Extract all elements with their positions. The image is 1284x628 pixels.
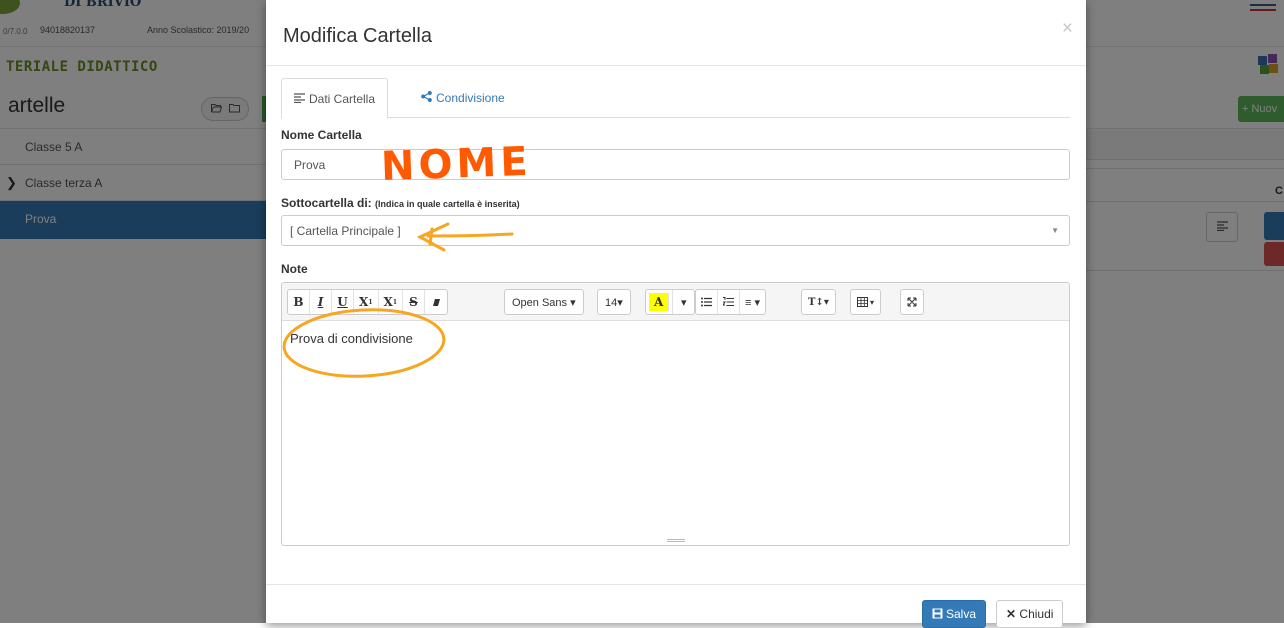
- modal-title: Modifica Cartella: [283, 25, 432, 47]
- parent-label-text: Sottocartella di:: [281, 196, 372, 210]
- tab-label: Dati Cartella: [309, 92, 376, 106]
- align-left-icon: [294, 93, 305, 104]
- editor-toolbar: B I U X1 X1 S Open Sans ▾ 14▾ A ▾ ≡ ▾ T↕…: [282, 283, 1069, 321]
- table-dropdown[interactable]: ▾: [851, 290, 880, 314]
- font-size-dropdown[interactable]: 14▾: [598, 290, 630, 314]
- unordered-list-button[interactable]: [696, 290, 718, 314]
- color-dropdown-caret[interactable]: ▾: [672, 290, 694, 314]
- tab-condivisione[interactable]: Condivisione: [409, 78, 517, 119]
- parent-folder-select[interactable]: [ Cartella Principale ] ▼: [281, 215, 1070, 246]
- parent-hint: (Indica in quale cartella è inserita): [375, 199, 520, 209]
- note-label: Note: [281, 262, 308, 276]
- ordered-list-button[interactable]: [718, 290, 740, 314]
- font-family-dropdown[interactable]: Open Sans ▾: [505, 290, 583, 314]
- tab-dati-cartella[interactable]: Dati Cartella: [281, 78, 389, 119]
- fullscreen-button[interactable]: [901, 290, 923, 314]
- list-group: ≡ ▾: [695, 289, 766, 315]
- close-label: Chiudi: [1019, 607, 1054, 621]
- underline-button[interactable]: U: [332, 290, 354, 314]
- close-icon[interactable]: ×: [1062, 18, 1073, 40]
- modal-tabs: Dati Cartella Condivisione: [281, 78, 1070, 119]
- modal-header: Modifica Cartella ×: [266, 0, 1086, 66]
- save-label: Salva: [946, 607, 977, 621]
- italic-button[interactable]: I: [310, 290, 332, 314]
- share-icon: [421, 91, 432, 102]
- fullscreen-icon: [907, 297, 917, 307]
- superscript-button[interactable]: X1: [354, 290, 379, 314]
- superscript-label: X: [359, 295, 369, 309]
- note-editor: B I U X1 X1 S Open Sans ▾ 14▾ A ▾ ≡ ▾ T↕…: [281, 282, 1070, 546]
- align-dropdown[interactable]: ≡ ▾: [740, 290, 765, 314]
- list-ul-icon: [701, 297, 712, 307]
- close-icon: ✕: [1006, 607, 1017, 621]
- edit-folder-modal: Modifica Cartella × Dati Cartella Condiv…: [266, 0, 1086, 628]
- modal-footer: Salva ✕ Chiudi: [266, 584, 1086, 628]
- font-family-group: Open Sans ▾: [504, 289, 584, 315]
- folder-name-input[interactable]: Prova: [281, 149, 1070, 180]
- folder-name-value: Prova: [294, 158, 326, 172]
- format-group: B I U X1 X1 S: [287, 289, 448, 315]
- name-label: Nome Cartella: [281, 128, 362, 142]
- note-content[interactable]: Prova di condivisione: [290, 331, 413, 346]
- eraser-button[interactable]: [425, 290, 447, 314]
- tab-label: Condivisione: [436, 91, 505, 105]
- table-icon: [857, 297, 868, 307]
- resize-handle[interactable]: [667, 539, 685, 542]
- fullscreen-group: [900, 289, 924, 315]
- save-button[interactable]: Salva: [922, 600, 987, 628]
- subscript-label: X: [383, 295, 393, 309]
- bold-button[interactable]: B: [288, 290, 310, 314]
- strikethrough-button[interactable]: S: [403, 290, 425, 314]
- close-button[interactable]: ✕ Chiudi: [996, 600, 1064, 628]
- eraser-icon: [432, 298, 440, 306]
- parent-folder-value: [ Cartella Principale ]: [290, 224, 401, 238]
- subscript-button[interactable]: X1: [379, 290, 403, 314]
- font-size-group: 14▾: [597, 289, 631, 315]
- list-ol-icon: [723, 297, 734, 306]
- select-arrow-icon: ▼: [1051, 226, 1059, 235]
- text-color-button[interactable]: A: [649, 293, 670, 311]
- line-height-group: T↕▾: [801, 289, 836, 315]
- line-height-dropdown[interactable]: T↕▾: [802, 290, 835, 314]
- parent-label: Sottocartella di: (Indica in quale carte…: [281, 196, 520, 210]
- table-group: ▾: [850, 289, 882, 315]
- color-group: A ▾: [645, 289, 696, 315]
- save-icon: [932, 608, 943, 619]
